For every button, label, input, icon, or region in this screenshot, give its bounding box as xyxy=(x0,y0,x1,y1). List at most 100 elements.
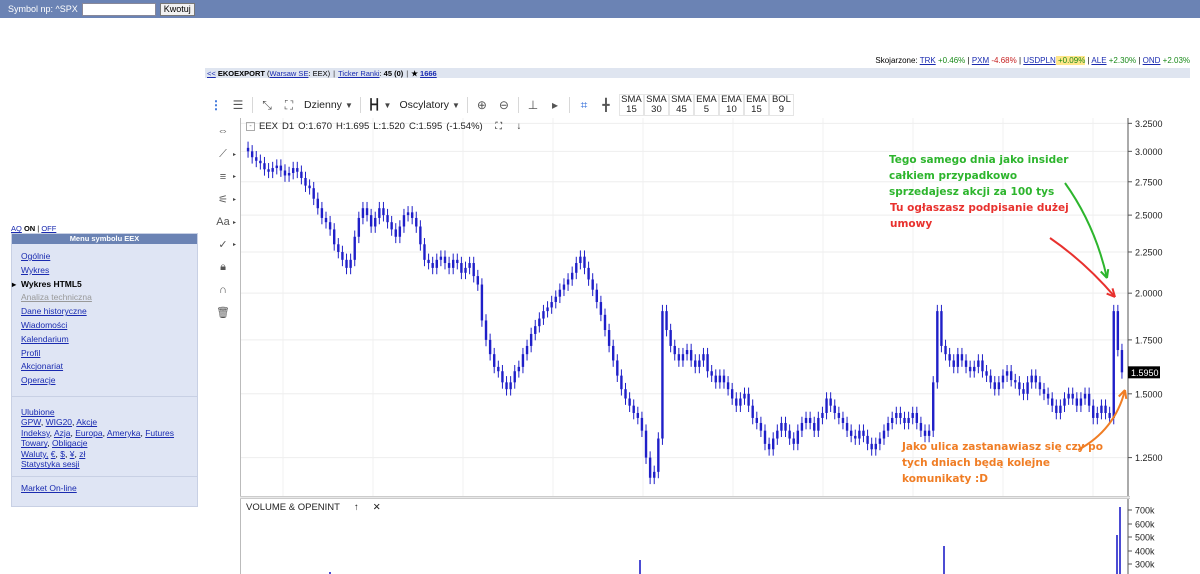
price-chart[interactable]: 3.2500 3.0000 2.7500 2.5000 2.2500 2.0000 1.75… xyxy=(0,0,1200,574)
candle-body xyxy=(698,360,701,367)
candle-body xyxy=(919,422,923,431)
candle-body xyxy=(509,382,512,390)
candle-body xyxy=(833,405,836,413)
candle-body xyxy=(497,366,500,372)
candle-body xyxy=(973,366,976,372)
candle-body xyxy=(751,405,754,418)
candle-body xyxy=(870,443,873,450)
candle-body xyxy=(468,263,471,268)
candle-body xyxy=(575,263,578,273)
candle-body xyxy=(1092,405,1095,418)
candle-body xyxy=(333,229,336,245)
candle-body xyxy=(1087,393,1091,406)
candle-body xyxy=(977,360,980,367)
candle-body xyxy=(915,412,919,423)
candle-body xyxy=(521,354,525,367)
candle-body xyxy=(275,165,278,169)
candle-body xyxy=(525,345,529,355)
candle-body xyxy=(402,215,406,227)
close-icon[interactable]: ✕ xyxy=(373,502,381,513)
candle-body xyxy=(776,430,779,439)
candle-body xyxy=(415,217,418,227)
candle-body xyxy=(488,339,492,355)
collapse-icon[interactable]: - xyxy=(246,121,255,131)
candle-body xyxy=(948,354,951,361)
candle-body xyxy=(829,398,832,406)
candle-body xyxy=(1112,311,1115,418)
candle-body xyxy=(1034,375,1037,383)
candle-body xyxy=(1001,375,1005,383)
candle-body xyxy=(1096,412,1099,418)
candle-body xyxy=(374,217,377,227)
candle-body xyxy=(854,435,857,439)
candle-body xyxy=(648,457,652,478)
candle-body xyxy=(1063,398,1066,406)
volume-tick-label: 300k xyxy=(1135,560,1155,570)
arrow-up-icon[interactable]: ↑ xyxy=(354,502,359,513)
candle-body xyxy=(460,263,463,273)
candle-body xyxy=(300,171,303,178)
candle-body xyxy=(878,438,882,444)
candle-body xyxy=(410,212,414,218)
y-tick-label: 2.0000 xyxy=(1135,289,1163,299)
candle-body xyxy=(636,412,640,418)
candle-body xyxy=(927,430,931,436)
y-tick-label: 2.2500 xyxy=(1135,247,1163,257)
expand-icon[interactable]: ⛶ xyxy=(495,121,502,132)
candle-body xyxy=(1005,371,1009,376)
candle-body xyxy=(320,208,324,218)
candle-body xyxy=(903,417,906,423)
candle-body xyxy=(456,259,459,264)
candle-body xyxy=(616,360,619,376)
candle-body xyxy=(394,229,397,237)
candle-body xyxy=(435,259,438,268)
candle-body xyxy=(443,256,447,264)
volume-tick-label: 700k xyxy=(1135,506,1155,516)
candle-body xyxy=(677,354,681,361)
candle-body xyxy=(944,345,947,355)
candle-body xyxy=(279,165,283,171)
candle-body xyxy=(476,276,480,285)
candle-body xyxy=(747,393,750,406)
pane-divider[interactable] xyxy=(240,496,1130,499)
candle-body xyxy=(669,330,672,346)
candle-body xyxy=(911,412,914,418)
candle-body xyxy=(345,259,348,268)
legend-open: O:1.670 xyxy=(298,121,332,132)
candle-body xyxy=(968,366,972,372)
candle-body xyxy=(685,350,689,355)
candle-body xyxy=(1104,405,1107,413)
candle-body xyxy=(714,375,717,383)
candle-body xyxy=(825,398,828,413)
candle-body xyxy=(804,417,808,423)
candle-body xyxy=(743,393,746,399)
candle-body xyxy=(796,430,800,444)
candle-body xyxy=(755,417,758,423)
volume-tick-label: 600k xyxy=(1135,520,1155,530)
annotation-line: Tu ogłaszasz podpisanie dużej xyxy=(890,202,1069,214)
candle-body xyxy=(267,169,270,172)
candle-body xyxy=(587,267,590,280)
candle-body xyxy=(365,208,369,216)
candle-body xyxy=(246,147,250,152)
candle-body xyxy=(353,236,356,260)
candle-body xyxy=(1116,311,1120,351)
candle-body xyxy=(423,244,426,260)
candle-body xyxy=(398,226,402,237)
y-tick-label: 1.7500 xyxy=(1135,335,1163,345)
volume-tick-label: 400k xyxy=(1135,547,1155,557)
arrow-green xyxy=(1064,182,1108,279)
candle-body xyxy=(788,430,791,439)
candle-body xyxy=(899,412,902,418)
arrow-down-icon[interactable]: ↓ xyxy=(517,121,522,132)
candle-body xyxy=(665,311,668,331)
candle-body xyxy=(538,318,541,327)
candle-body xyxy=(472,263,475,277)
candle-body xyxy=(271,168,274,172)
candle-body xyxy=(1022,389,1025,394)
volume-tick-label: 500k xyxy=(1135,533,1155,543)
candle-body xyxy=(895,412,898,418)
candle-body xyxy=(603,314,607,331)
legend-change: (-1.54%) xyxy=(446,121,483,132)
candle-body xyxy=(1009,371,1013,381)
